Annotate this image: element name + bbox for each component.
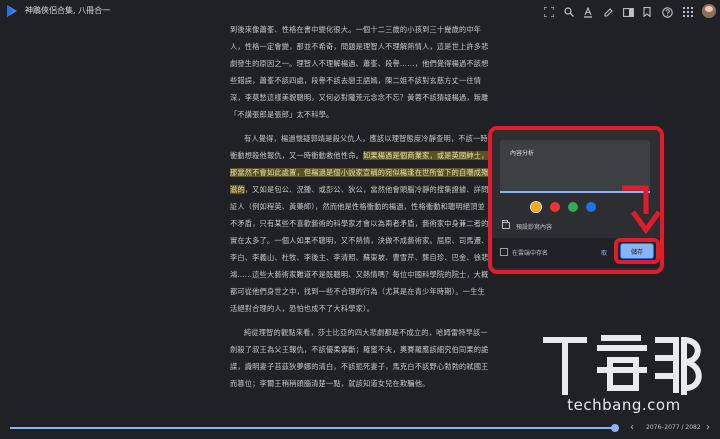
page-number: 2076–2077 / 2082 bbox=[646, 424, 701, 431]
book-title: 神鵰俠侶合集, 八冊合一 bbox=[25, 6, 111, 15]
paragraph: 到後來像蕭峯、性格在書中變化很大。一個十二三歲的小孩到三十幾歲的中年人，性格一定… bbox=[230, 25, 489, 119]
paragraph-text: ，又如是包公、況鍾、或彭公、狄公，當然他會頭腦冷靜的搜集證據、詳問証人（例如程英… bbox=[230, 185, 489, 313]
progress-knob[interactable] bbox=[610, 424, 619, 432]
annotation-arrow-icon bbox=[622, 185, 662, 235]
document-name[interactable]: 預設鈔寫內容 bbox=[516, 222, 552, 231]
play-books-icon[interactable] bbox=[6, 4, 18, 18]
cancel-button[interactable]: 取 bbox=[601, 248, 607, 257]
fullscreen-icon[interactable] bbox=[542, 5, 556, 19]
color-swatch-yellow[interactable] bbox=[531, 202, 541, 212]
chevron-left-icon[interactable]: ‹ bbox=[630, 422, 634, 433]
color-swatch-green[interactable] bbox=[568, 202, 578, 212]
watermark-text: techbang.com bbox=[567, 396, 681, 414]
progress-fill bbox=[10, 427, 615, 429]
save-button[interactable]: 儲存 bbox=[620, 243, 654, 259]
two-page-icon[interactable] bbox=[621, 5, 635, 19]
highlight-icon[interactable] bbox=[601, 5, 615, 19]
note-field-text: 內容分析 bbox=[510, 150, 535, 157]
save-to-drive-checkbox[interactable] bbox=[500, 248, 508, 256]
folder-icon bbox=[502, 220, 510, 229]
paragraph: 有人覺得，楊過懷疑郭靖是殺父仇人，應該以理智態度冷靜查明，不該一時衝動想殺他報仇… bbox=[230, 131, 492, 317]
color-swatch-red[interactable] bbox=[550, 202, 560, 212]
book-page: 到後來像蕭峯、性格在書中變化很大。一個十二三歲的小孩到三十幾歲的中年人，性格一定… bbox=[230, 22, 492, 418]
apps-icon[interactable] bbox=[681, 5, 695, 19]
help-icon[interactable] bbox=[660, 5, 674, 19]
bookmark-icon[interactable] bbox=[640, 5, 654, 19]
avatar[interactable] bbox=[702, 4, 716, 18]
save-to-drive-label: 在雲端中存名 bbox=[512, 250, 549, 257]
search-icon[interactable] bbox=[562, 5, 576, 19]
chevron-right-icon[interactable]: › bbox=[706, 422, 710, 433]
text-format-icon[interactable] bbox=[581, 5, 595, 19]
color-swatch-blue[interactable] bbox=[586, 202, 596, 212]
tekbang-logo bbox=[543, 335, 702, 395]
paragraph: 純從理智的觀點來看，莎士比亞的四大悲劇都是不成立的，哈姆雷特早該一劍殺了叔王為父… bbox=[230, 328, 489, 389]
